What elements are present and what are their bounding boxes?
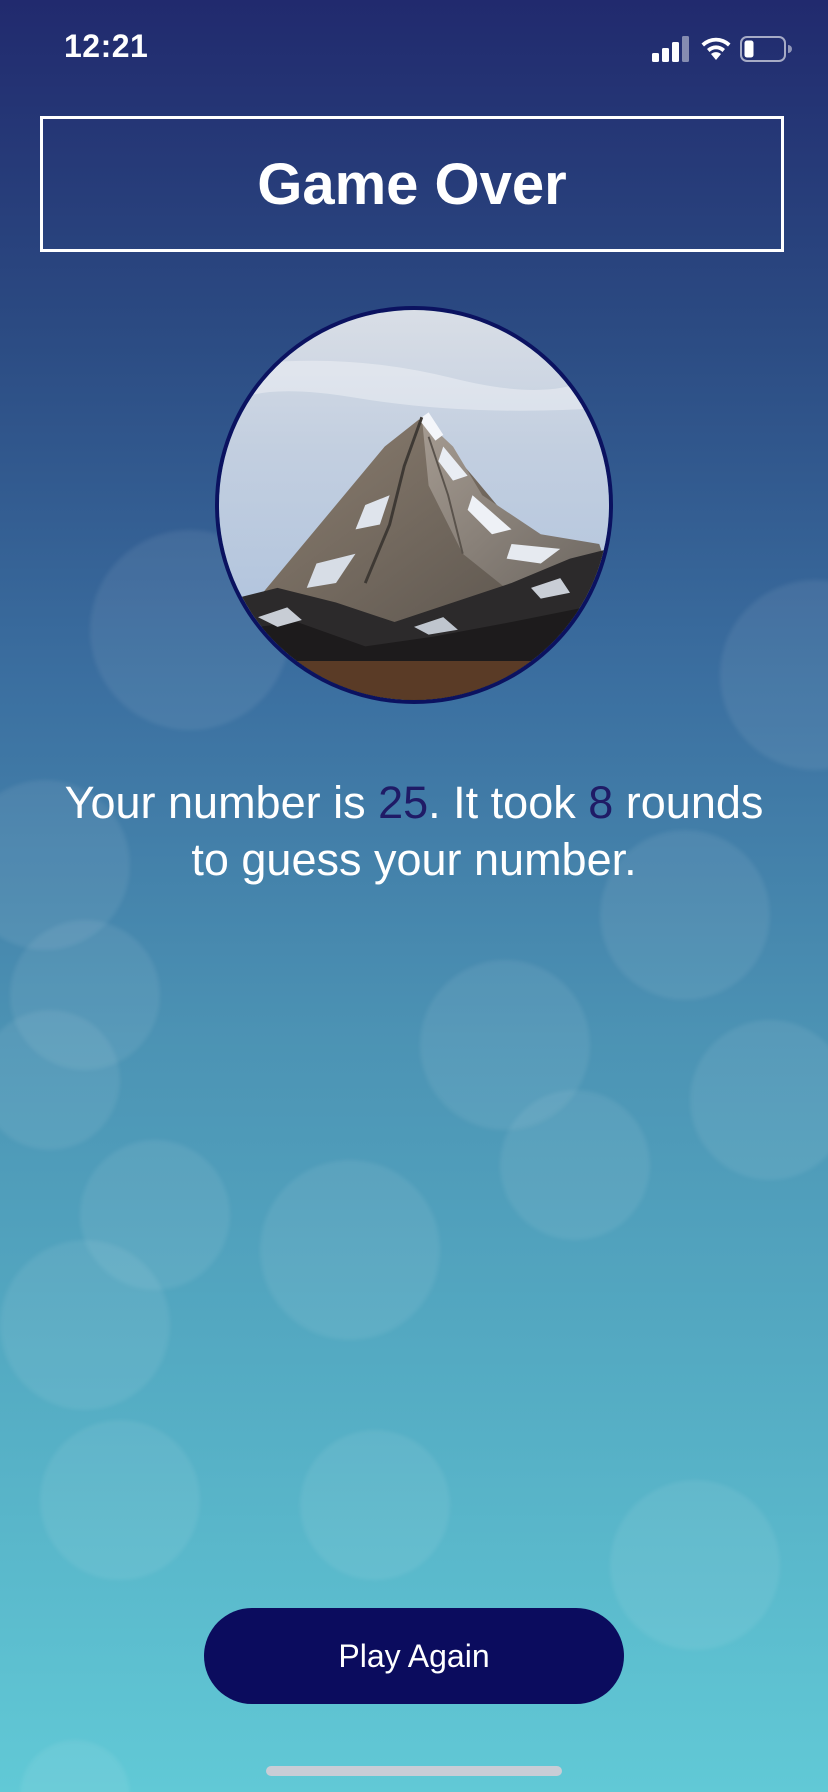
background-bokeh [20, 1740, 130, 1792]
background-bokeh [500, 1090, 650, 1240]
mountain-illustration [219, 310, 609, 700]
background-bokeh [610, 1480, 780, 1650]
status-bar: 12:21 [0, 0, 828, 100]
background-bokeh [300, 1430, 450, 1580]
user-number: 25 [378, 777, 429, 828]
background-bokeh [0, 1240, 170, 1410]
title-box: Game Over [40, 116, 784, 252]
summary-prefix: Your number is [64, 777, 379, 828]
page-title: Game Over [257, 151, 567, 217]
status-time: 12:21 [64, 28, 149, 64]
play-again-button[interactable]: Play Again [204, 1608, 624, 1704]
signal-icon [652, 36, 689, 62]
game-summary-text: Your number is 25. It took 8 rounds to g… [60, 774, 768, 888]
background-bokeh [260, 1160, 440, 1340]
background-bokeh [720, 580, 828, 770]
summary-middle: . It took [428, 777, 589, 828]
play-again-label: Play Again [338, 1637, 490, 1674]
game-over-screen: 12:21 Game Over Your number is 25. It to… [0, 0, 828, 1792]
mountain-peak-image [215, 306, 613, 704]
battery-icon [740, 36, 792, 62]
home-indicator[interactable] [266, 1766, 562, 1776]
wifi-icon [701, 37, 731, 60]
background-bokeh [40, 1420, 200, 1580]
background-bokeh [690, 1020, 828, 1180]
rounds-count: 8 [588, 777, 614, 828]
